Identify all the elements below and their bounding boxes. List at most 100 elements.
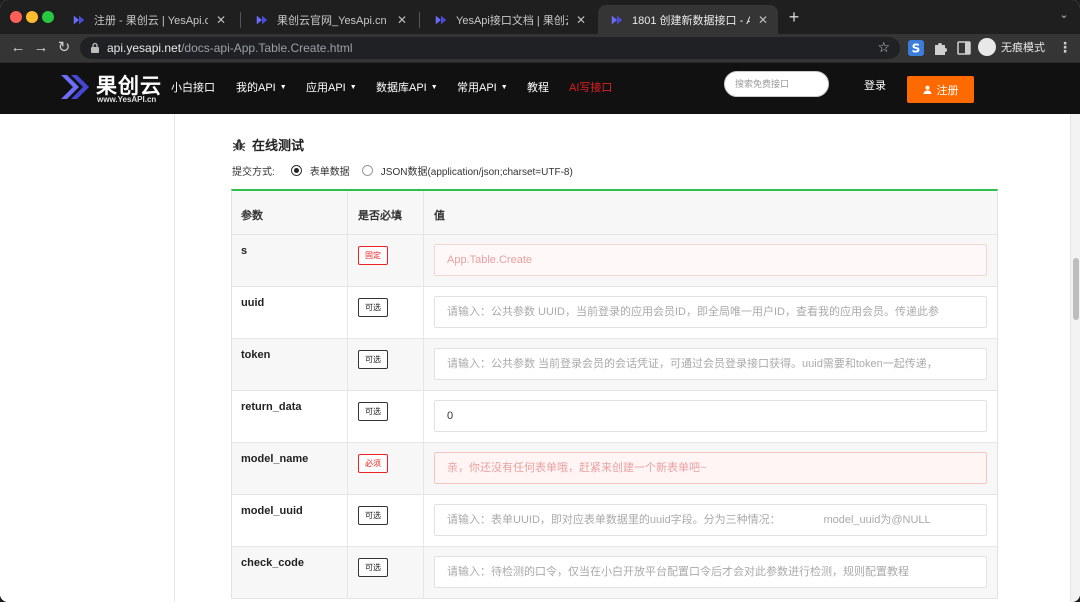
value-cell [424, 391, 997, 442]
badge-optional: 可选 [358, 506, 388, 525]
yesapi-favicon-icon [256, 15, 268, 24]
badge-optional: 可选 [358, 558, 388, 577]
required-cell: 可选 [348, 391, 424, 442]
zoom-window-button[interactable] [42, 11, 54, 23]
user-icon [922, 85, 932, 94]
svg-text:S: S [912, 42, 921, 56]
address-bar[interactable]: api.yesapi.net/docs-api-App.Table.Create… [80, 37, 900, 59]
uuid-input[interactable] [434, 296, 987, 328]
url-path: /docs-api-App.Table.Create.html [181, 41, 353, 55]
yesapi-logo-icon[interactable] [58, 71, 90, 103]
param-name: check_code [232, 547, 348, 598]
side-panel-icon[interactable] [955, 39, 973, 57]
token-input[interactable] [434, 348, 987, 380]
tab-title: 1801 创建新数据接口 - App.Table... [632, 14, 750, 27]
close-tab-icon[interactable]: ✕ [574, 13, 588, 27]
minimize-window-button[interactable] [26, 11, 38, 23]
incognito-label: 无痕模式 [1001, 42, 1045, 54]
value-cell [424, 235, 997, 286]
radio-form-data[interactable] [290, 165, 302, 176]
required-cell: 可选 [348, 495, 424, 546]
badge-optional: 可选 [358, 402, 388, 421]
badge-optional: 可选 [358, 298, 388, 317]
register-label: 注册 [936, 84, 959, 97]
online-test-title: 在线测试 [232, 135, 304, 154]
header-required: 是否必填 [348, 191, 424, 234]
reload-icon[interactable]: ↻ [54, 38, 74, 58]
login-link[interactable]: 登录 [864, 77, 886, 93]
close-tab-icon[interactable]: ✕ [214, 13, 228, 27]
yesapi-favicon-icon [73, 15, 85, 24]
nav-item-db-api[interactable]: 数据库API ▼ [376, 79, 438, 95]
table-header-row: 参数 是否必填 值 [232, 191, 997, 235]
page-scrollbar[interactable] [1070, 114, 1080, 602]
bookmark-star-icon[interactable]: ☆ [877, 39, 890, 56]
nav-item-ai-write[interactable]: AI写接口 [569, 79, 612, 95]
nav-item-tutorial[interactable]: 教程 [527, 79, 549, 95]
table-row: uuid 可选 [232, 287, 997, 339]
model-uuid-input[interactable] [434, 504, 987, 536]
required-cell: 固定 [348, 235, 424, 286]
nav-item-app-api[interactable]: 应用API ▼ [306, 79, 357, 95]
logo-domain: www.YesAPI.cn [97, 95, 157, 104]
register-button[interactable]: 注册 [907, 76, 974, 103]
forward-arrow-icon[interactable]: → [31, 38, 51, 58]
radio-json-data-label[interactable]: JSON数据(application/json;charset=UTF-8) [381, 163, 573, 178]
url-host: api.yesapi.net [107, 41, 182, 55]
page-content: 在线测试 提交方式: 表单数据 JSON数据(application/json;… [0, 114, 1070, 602]
browser-tab[interactable]: 注册 - 果创云 | YesApi.cn ✕ [60, 5, 236, 34]
close-tab-icon[interactable]: ✕ [395, 13, 409, 27]
browser-tab[interactable]: YesApi接口文档 | 果创云_数据库... ✕ [422, 5, 596, 34]
nav-label: 常用API [457, 82, 497, 94]
nav-label: 我的API [236, 82, 276, 94]
browser-window: 注册 - 果创云 | YesApi.cn ✕ 果创云官网_YesApi.cn |… [0, 0, 1080, 602]
browser-tab-active[interactable]: 1801 创建新数据接口 - App.Table... ✕ [598, 5, 778, 34]
close-window-button[interactable] [10, 11, 22, 23]
value-cell [424, 339, 997, 390]
search-box[interactable] [724, 71, 829, 97]
header-param: 参数 [232, 191, 348, 234]
tab-title: 注册 - 果创云 | YesApi.cn [94, 14, 208, 27]
new-tab-button[interactable]: + [785, 8, 803, 26]
back-arrow-icon[interactable]: ← [8, 38, 28, 58]
tab-title: 果创云官网_YesApi.cn | 接口云... [277, 14, 389, 27]
site-header: 果创云 www.YesAPI.cn 小白接口 我的API ▼ 应用API ▼ 数据库… [0, 62, 1080, 114]
radio-form-data-label[interactable]: 表单数据 [310, 163, 350, 178]
incognito-indicator[interactable]: 无痕模式 [978, 38, 1045, 56]
s-input[interactable] [434, 244, 987, 276]
nav-item-my-api[interactable]: 我的API ▼ [236, 79, 287, 95]
scrollbar-thumb[interactable] [1073, 258, 1079, 320]
radio-json-data[interactable] [361, 165, 373, 176]
search-input[interactable] [725, 72, 828, 96]
sidebar-divider [174, 114, 175, 602]
model-name-select[interactable] [434, 452, 987, 484]
param-name: token [232, 339, 348, 390]
extension-s-icon[interactable]: S [907, 39, 925, 57]
incognito-avatar-icon [978, 38, 996, 56]
nav-item-xiaobai[interactable]: 小白接口 [171, 79, 215, 95]
nav-item-common-api[interactable]: 常用API ▼ [457, 79, 508, 95]
extensions-puzzle-icon[interactable] [931, 39, 949, 57]
required-cell: 可选 [348, 287, 424, 338]
browser-tab[interactable]: 果创云官网_YesApi.cn | 接口云... ✕ [243, 5, 417, 34]
nav-label: 数据库API [376, 82, 427, 94]
tab-divider [419, 12, 420, 28]
close-tab-icon[interactable]: ✕ [756, 13, 770, 27]
browser-menu-icon[interactable]: ⋮ [1058, 39, 1072, 56]
tab-title: YesApi接口文档 | 果创云_数据库... [456, 14, 568, 27]
yesapi-favicon-icon [611, 15, 623, 24]
header-value: 值 [434, 210, 445, 222]
required-cell: 必须 [348, 443, 424, 494]
value-cell [424, 547, 997, 598]
tab-search-chevron-icon[interactable]: ⌄ [1056, 8, 1072, 24]
tab-strip: 注册 - 果创云 | YesApi.cn ✕ 果创云官网_YesApi.cn |… [0, 0, 1080, 34]
param-name: uuid [232, 287, 348, 338]
nav-label: 小白接口 [171, 82, 215, 94]
required-cell: 可选 [348, 339, 424, 390]
return-data-input[interactable] [434, 400, 987, 432]
caret-down-icon: ▼ [349, 84, 357, 91]
check-code-input[interactable] [434, 556, 987, 588]
param-name: model_uuid [232, 495, 348, 546]
table-row: token 可选 [232, 339, 997, 391]
nav-label: 应用API [306, 82, 346, 94]
